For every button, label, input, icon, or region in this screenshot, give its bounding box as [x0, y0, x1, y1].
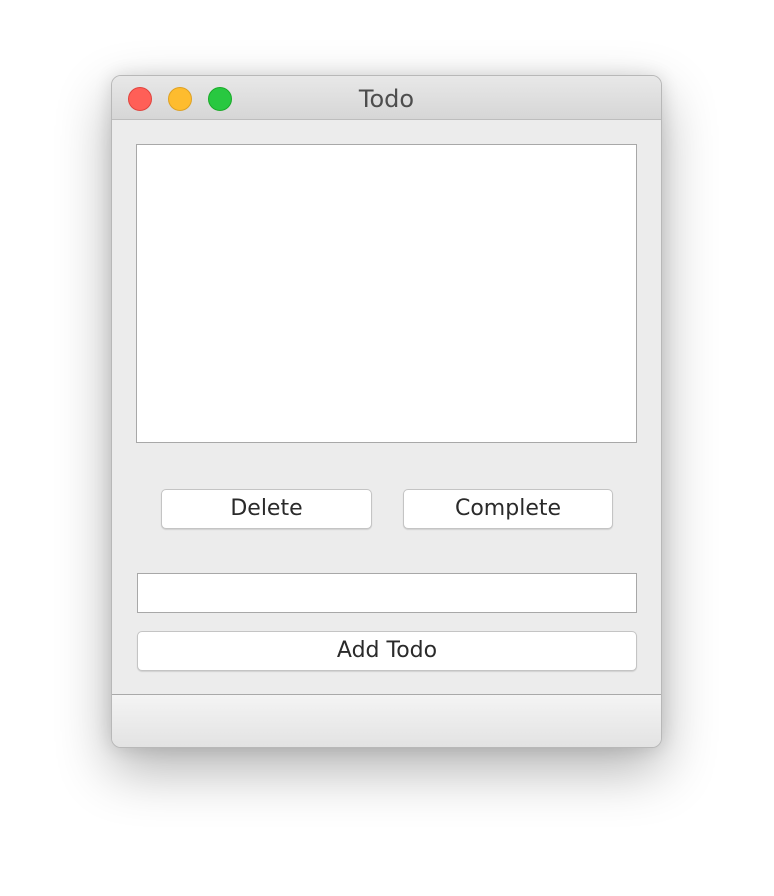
complete-button[interactable]: Complete	[403, 489, 613, 529]
new-todo-input[interactable]	[137, 573, 637, 613]
window-bottom-bar	[112, 694, 661, 747]
delete-button[interactable]: Delete	[161, 489, 372, 529]
todo-list[interactable]	[136, 144, 637, 443]
add-todo-button[interactable]: Add Todo	[137, 631, 637, 671]
todo-window: Todo Delete Complete Add Todo	[111, 75, 662, 748]
title-bar[interactable]: Todo	[112, 76, 661, 120]
window-title: Todo	[358, 85, 415, 113]
